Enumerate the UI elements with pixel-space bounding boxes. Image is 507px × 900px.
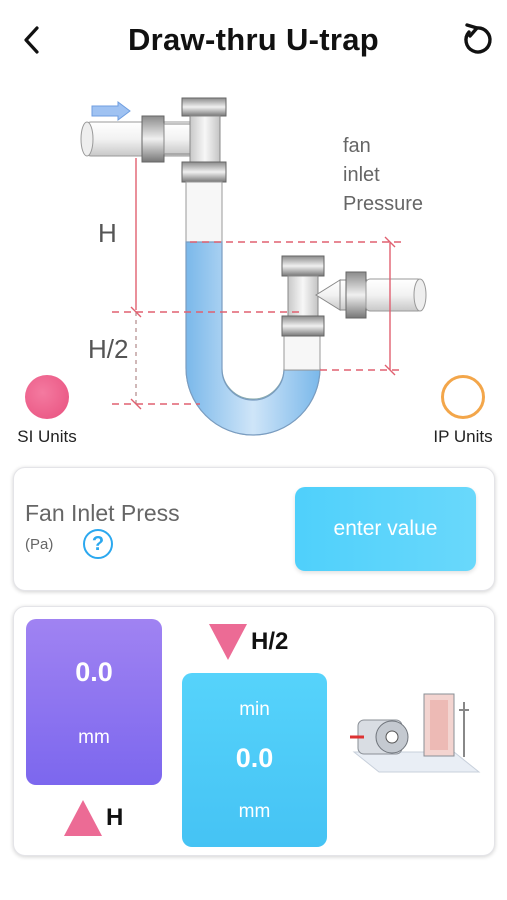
h2-label-text: H/2 [251,628,289,655]
reset-button[interactable] [457,20,497,60]
fan-inlet-press-card: Fan Inlet Press (Pa) ? enter value [13,467,495,591]
ip-units-radio[interactable] [441,375,485,419]
h2-label: H/2 [209,621,288,663]
si-units-label: SI Units [17,427,77,446]
si-units-radio[interactable] [25,375,69,419]
page-title: Draw-thru U-trap [127,22,380,57]
fan-label-line: fan [343,135,371,157]
up-triangle-icon [64,800,102,836]
refresh-icon [464,23,492,54]
h-result-box: 0.0 mm [26,619,162,785]
down-triangle-icon [209,624,247,660]
help-icon[interactable]: ? [83,529,113,559]
h-value: 0.0 [75,657,113,687]
inlet-label-line: inlet [343,164,380,186]
half-height-label: H/2 [88,334,129,364]
h2-unit: mm [238,801,271,822]
h-label: H [64,797,123,839]
enter-value-button[interactable]: enter value [295,487,476,571]
ip-units-label: IP Units [433,427,493,446]
fan-inlet-pressure-label: fan inlet Pressure [343,132,423,219]
height-label: H [98,218,117,248]
h2-min-label: min [239,699,270,720]
ip-units-option[interactable]: IP Units [425,375,501,447]
h-label-text: H [106,804,124,831]
pressure-unit-label: (Pa) [25,536,54,553]
h2-value: 0.0 [235,743,274,773]
results-card: 0.0 mm H/2 min 0.0 mm H [13,606,495,856]
h-unit: mm [78,727,110,748]
fan-inlet-press-label: Fan Inlet Press [25,500,180,526]
si-units-option[interactable]: SI Units [12,375,82,447]
pressure-label-line: Pressure [343,193,424,215]
header: Draw-thru U-trap [0,0,507,80]
h2-result-box: min 0.0 mm [182,673,327,847]
fan-unit-icon [350,693,481,773]
